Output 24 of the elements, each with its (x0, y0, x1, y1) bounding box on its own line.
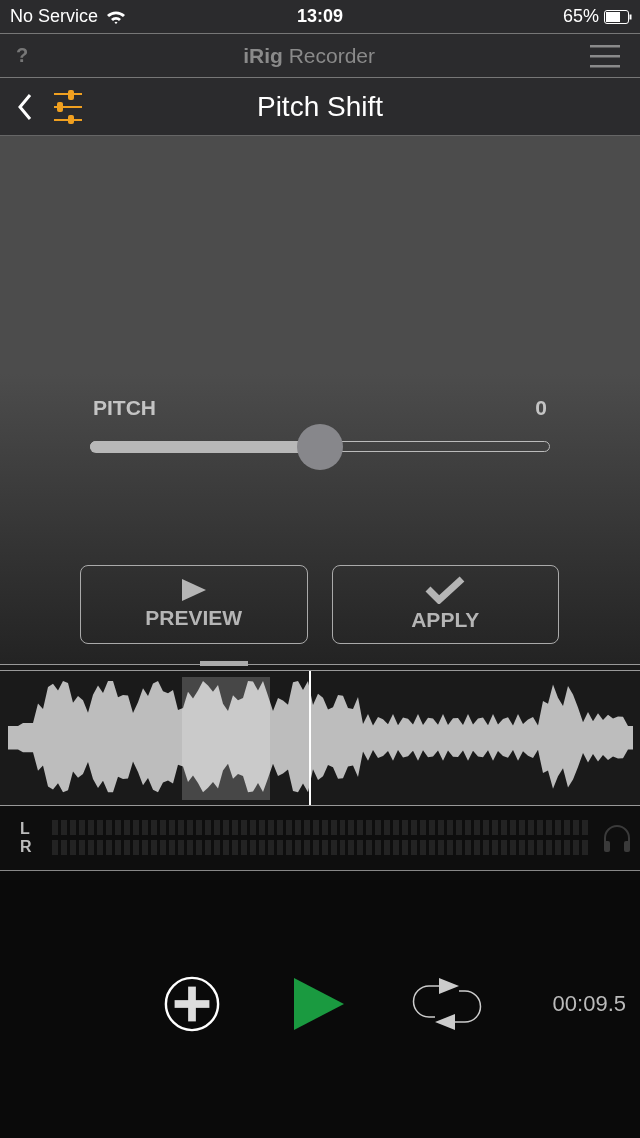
slider-thumb[interactable] (297, 424, 343, 470)
right-channel-label: R (20, 837, 33, 856)
menu-icon[interactable] (590, 43, 620, 68)
screen-title: Pitch Shift (256, 90, 384, 123)
back-icon[interactable] (18, 92, 32, 121)
add-icon[interactable] (163, 975, 221, 1034)
battery-text: 65% (562, 6, 599, 27)
pitch-label: PITCH (93, 396, 156, 420)
scroll-handle[interactable] (200, 660, 248, 666)
clock-text: 13:09 (296, 6, 343, 27)
loop-icon[interactable] (411, 977, 483, 1032)
sliders-icon[interactable] (54, 89, 82, 124)
battery-icon (604, 9, 632, 24)
play-icon (180, 578, 207, 602)
play-icon[interactable] (293, 977, 345, 1032)
wifi-icon (106, 9, 127, 24)
carrier-text: No Service (10, 6, 99, 27)
checkmark-icon (425, 576, 466, 604)
elapsed-time: 00:09.5 (552, 991, 626, 1018)
pitch-value: 0 (535, 396, 547, 420)
left-channel-label: L (20, 819, 31, 838)
apply-button[interactable]: APPLY (331, 564, 559, 644)
app-title: iRig Recorder (243, 43, 376, 68)
preview-button[interactable]: PREVIEW (80, 564, 308, 644)
